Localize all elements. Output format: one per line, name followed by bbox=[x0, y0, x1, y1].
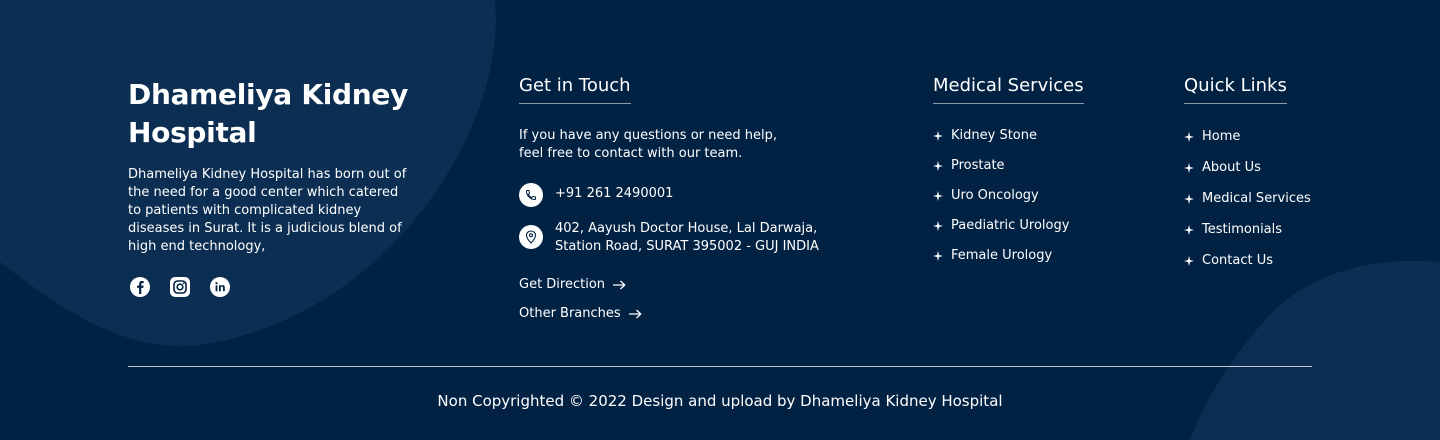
site-footer: Dhameliya Kidney Hospital Dhameliya Kidn… bbox=[0, 0, 1440, 440]
get-direction-link[interactable]: Get Direction bbox=[519, 276, 626, 294]
sparkle-icon bbox=[933, 221, 943, 231]
phone-number: +91 261 2490001 bbox=[555, 186, 674, 201]
social-links bbox=[129, 276, 231, 298]
services-heading: Medical Services bbox=[933, 74, 1084, 104]
service-label: Uro Oncology bbox=[951, 188, 1039, 203]
sparkle-icon bbox=[1184, 162, 1194, 173]
quick-link-label: Testimonials bbox=[1202, 221, 1283, 237]
service-item[interactable]: Kidney Stone bbox=[933, 121, 1069, 151]
service-label: Female Urology bbox=[951, 248, 1053, 263]
phone-icon bbox=[519, 183, 543, 207]
quick-link-item[interactable]: Medical Services bbox=[1184, 183, 1311, 214]
sparkle-icon bbox=[933, 161, 943, 171]
get-direction-label: Get Direction bbox=[519, 277, 606, 292]
quick-link-item[interactable]: Home bbox=[1184, 121, 1311, 152]
contact-phone[interactable]: +91 261 2490001 bbox=[519, 183, 673, 207]
sparkle-icon bbox=[933, 251, 943, 261]
quick-links-heading: Quick Links bbox=[1184, 74, 1287, 104]
sparkle-icon bbox=[933, 131, 943, 141]
sparkle-icon bbox=[1184, 131, 1194, 142]
linkedin-icon bbox=[210, 277, 230, 297]
service-label: Kidney Stone bbox=[951, 128, 1037, 143]
contact-address: 402, Aayush Doctor House, Lal Darwaja, S… bbox=[519, 221, 845, 256]
service-item[interactable]: Prostate bbox=[933, 151, 1069, 181]
contact-heading: Get in Touch bbox=[519, 74, 631, 104]
sparkle-icon bbox=[1184, 193, 1194, 204]
quick-link-item[interactable]: Contact Us bbox=[1184, 245, 1311, 276]
brand-name: Dhameliya Kidney Hospital bbox=[128, 78, 409, 149]
contact-intro: If you have any questions or need help, … bbox=[519, 128, 777, 161]
arrow-right-icon bbox=[628, 309, 642, 319]
instagram-link[interactable] bbox=[169, 276, 191, 298]
facebook-link[interactable] bbox=[129, 276, 151, 298]
sparkle-icon bbox=[1184, 224, 1194, 235]
linkedin-link[interactable] bbox=[209, 276, 231, 298]
quick-link-label: Home bbox=[1202, 128, 1241, 144]
copyright-text: Non Copyrighted © 2022 Design and upload… bbox=[437, 392, 1003, 410]
quick-link-label: About Us bbox=[1202, 159, 1261, 175]
sparkle-icon bbox=[933, 191, 943, 201]
other-branches-link[interactable]: Other Branches bbox=[519, 305, 642, 323]
quick-link-label: Medical Services bbox=[1202, 190, 1311, 206]
facebook-icon bbox=[130, 277, 150, 297]
brand-description: Dhameliya Kidney Hospital has born out o… bbox=[128, 167, 407, 254]
instagram-icon bbox=[170, 277, 190, 297]
service-item[interactable]: Paediatric Urology bbox=[933, 211, 1069, 241]
location-pin-icon bbox=[519, 225, 543, 249]
service-label: Paediatric Urology bbox=[951, 218, 1070, 233]
footer-divider bbox=[128, 366, 1312, 367]
arrow-right-icon bbox=[613, 280, 626, 290]
sparkle-icon bbox=[1184, 255, 1194, 266]
service-label: Prostate bbox=[951, 158, 1005, 173]
quick-link-label: Contact Us bbox=[1202, 252, 1273, 268]
service-item[interactable]: Uro Oncology bbox=[933, 181, 1069, 211]
other-branches-label: Other Branches bbox=[519, 306, 621, 321]
quick-link-item[interactable]: Testimonials bbox=[1184, 214, 1311, 245]
quick-links-list: Home About Us Medical Services Testimoni… bbox=[1184, 121, 1311, 276]
service-item[interactable]: Female Urology bbox=[933, 241, 1069, 271]
address-text: 402, Aayush Doctor House, Lal Darwaja, S… bbox=[555, 221, 819, 254]
quick-link-item[interactable]: About Us bbox=[1184, 152, 1311, 183]
services-list: Kidney Stone Prostate Uro Oncology Paedi… bbox=[933, 121, 1069, 271]
